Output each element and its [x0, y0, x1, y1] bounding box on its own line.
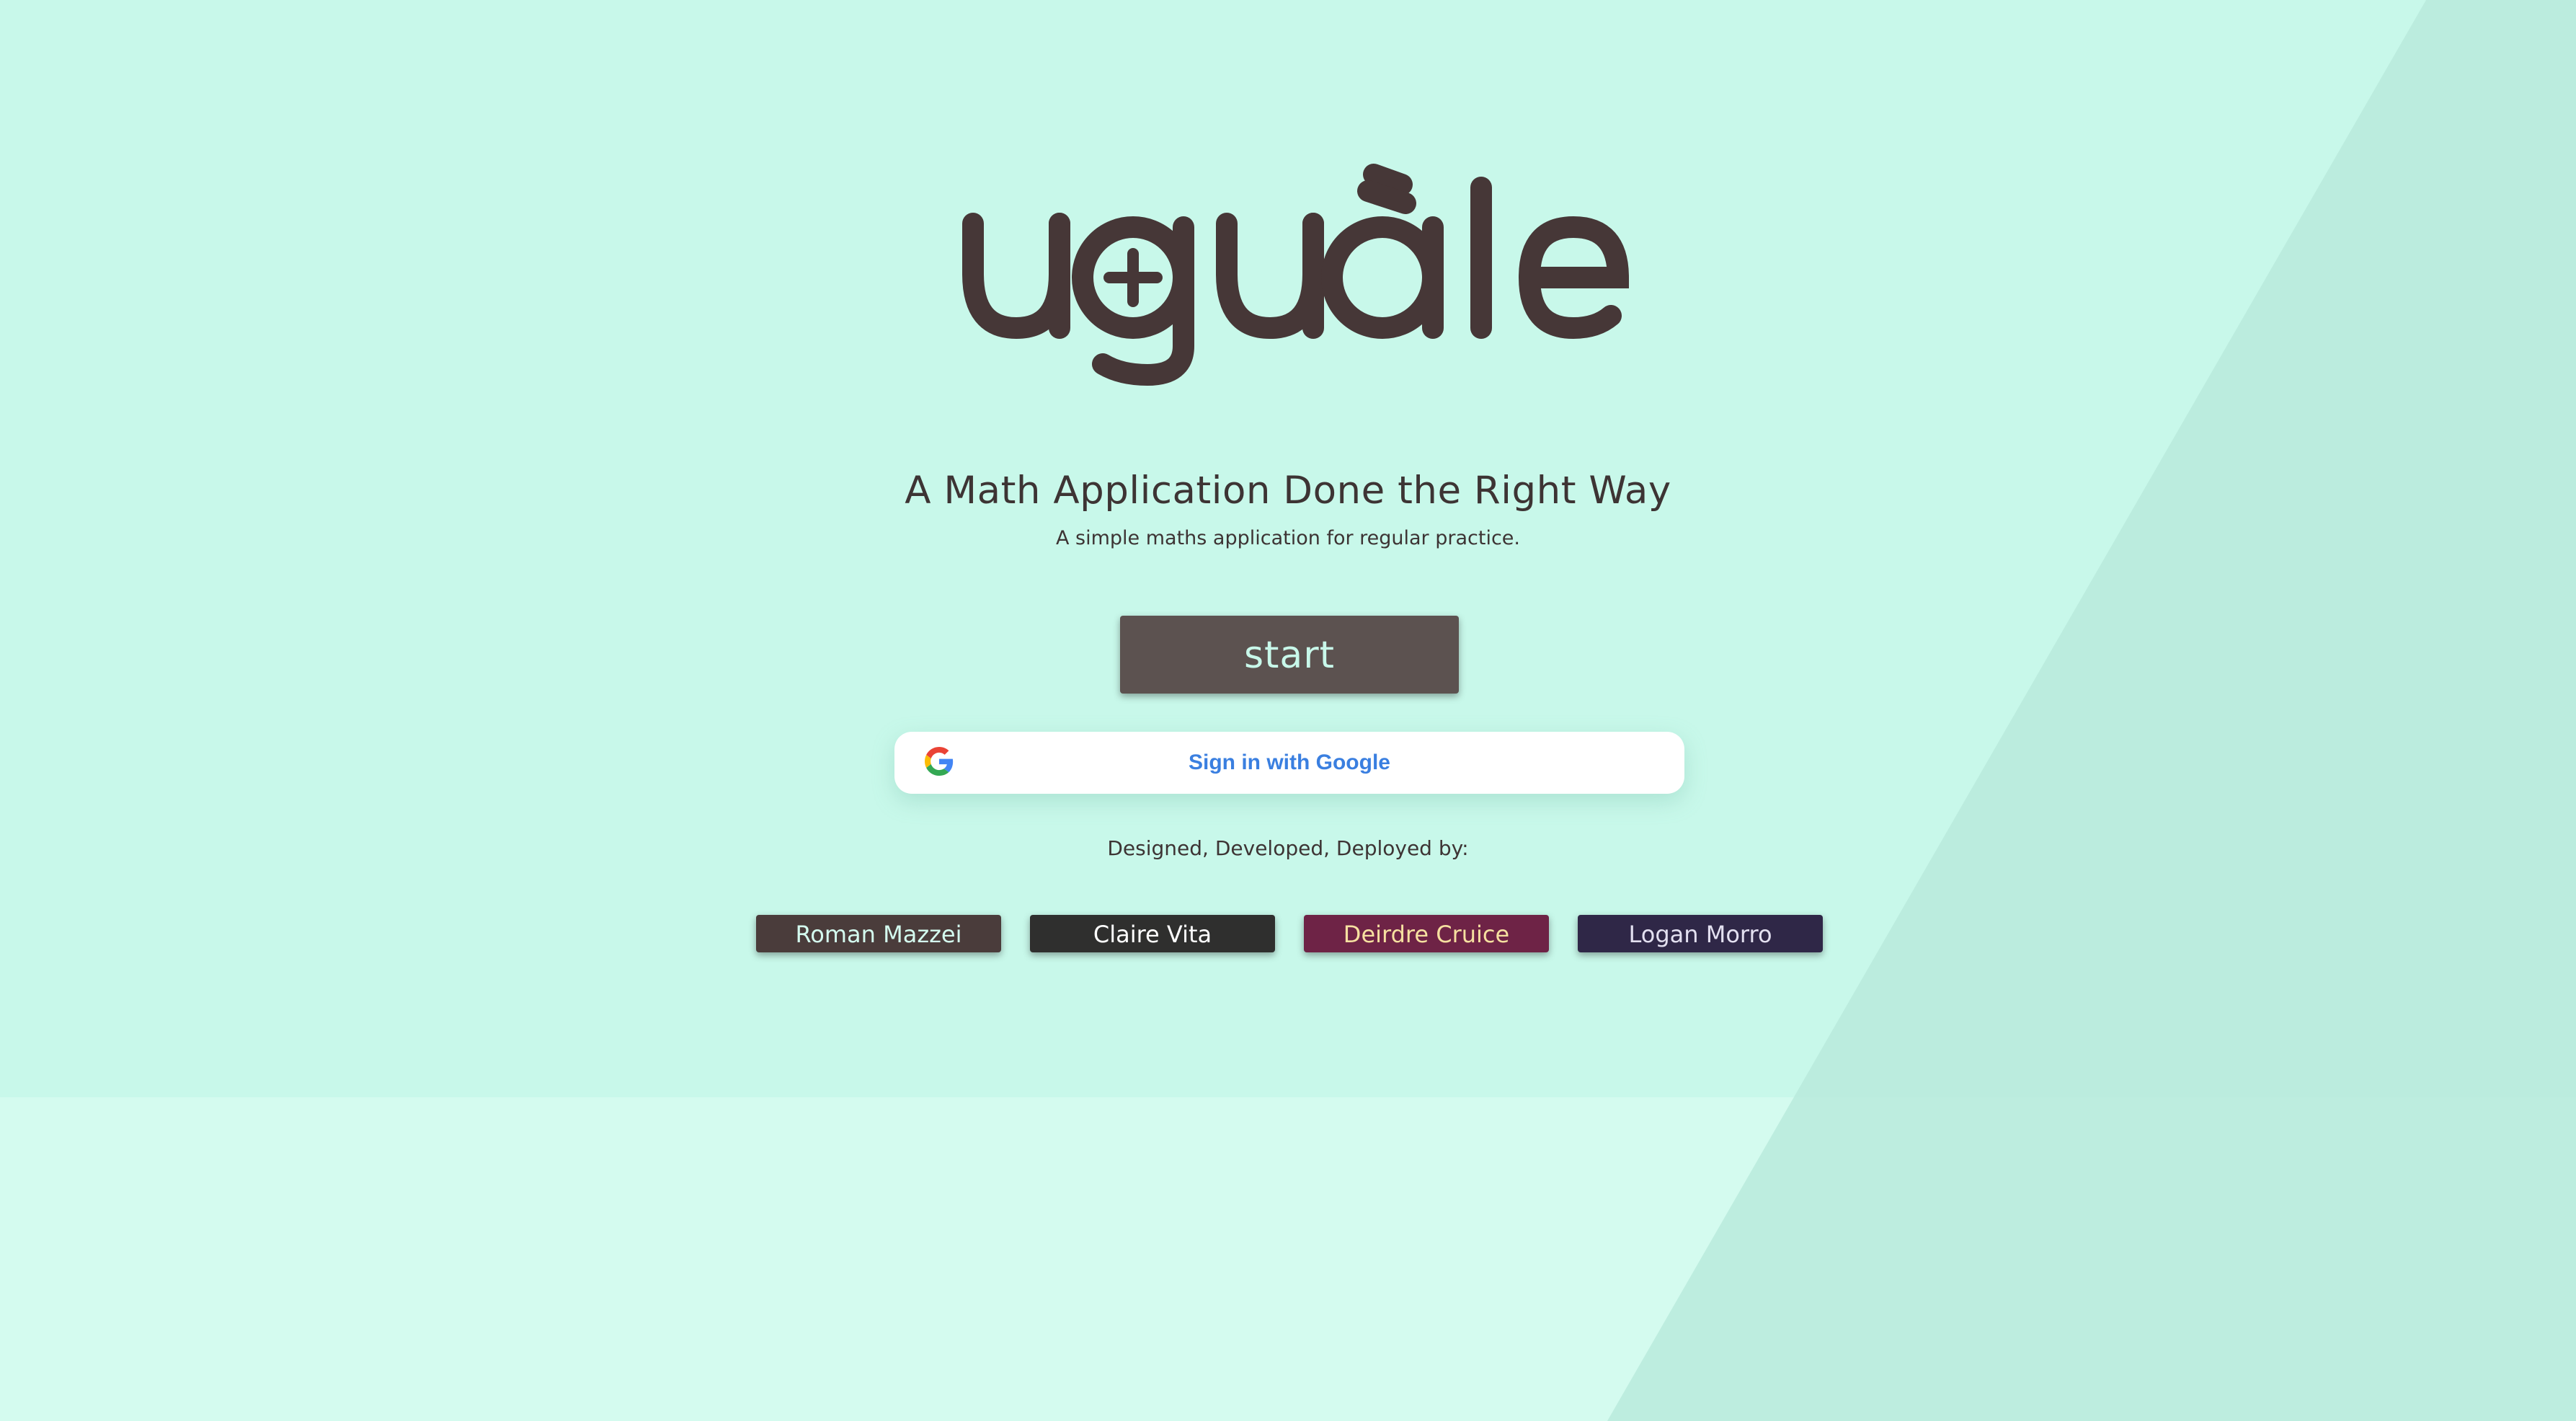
developer-button-deirdre-cruice[interactable]: Deirdre Cruice	[1304, 915, 1549, 952]
developer-button-roman-mazzei[interactable]: Roman Mazzei	[756, 915, 1001, 952]
developer-button-logan-morro[interactable]: Logan Morro	[1578, 915, 1823, 952]
app-logo	[944, 159, 1636, 397]
start-button[interactable]: start	[1120, 616, 1459, 694]
google-signin-label: Sign in with Google	[1189, 751, 1390, 774]
page-headline: A Math Application Done the Right Way	[905, 469, 1671, 513]
developer-button-claire-vita[interactable]: Claire Vita	[1030, 915, 1275, 952]
google-signin-button[interactable]: Sign in with Google	[894, 732, 1684, 794]
page-subheadline: A simple maths application for regular p…	[1055, 527, 1521, 549]
credits-label: Designed, Developed, Deployed by:	[1107, 836, 1469, 860]
